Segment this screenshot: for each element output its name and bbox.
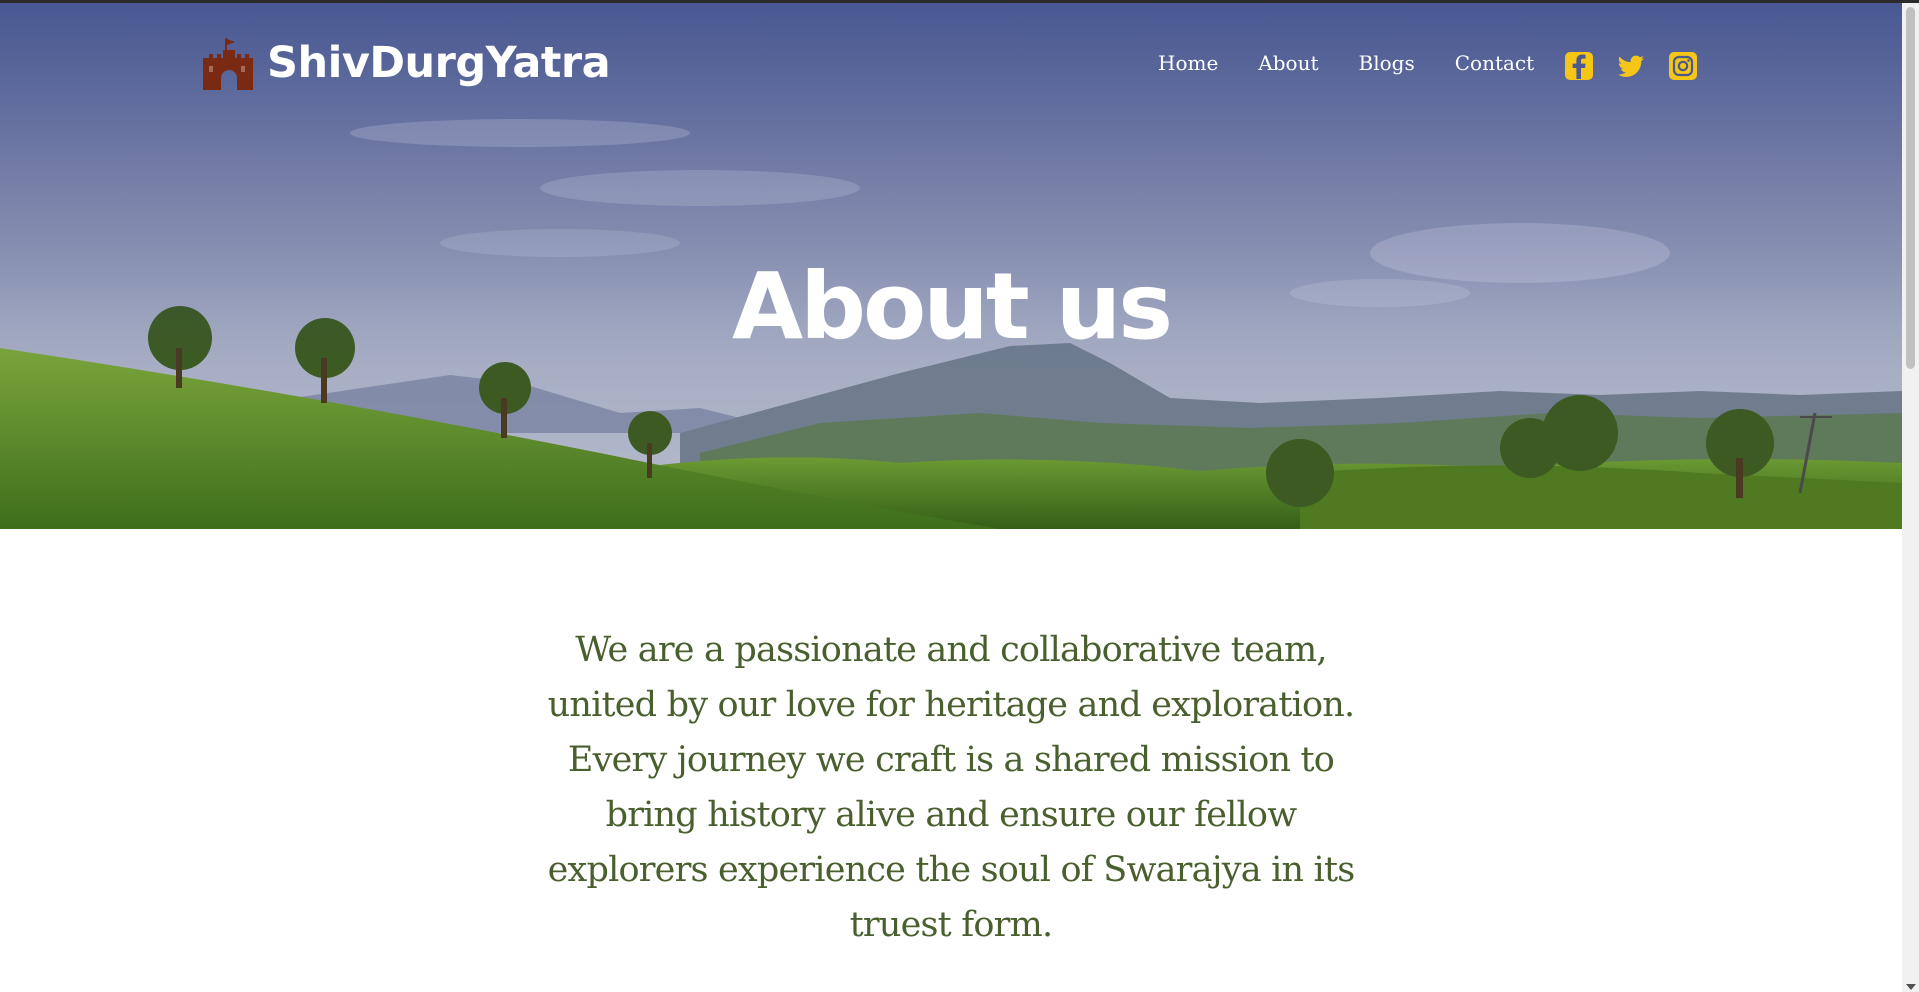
facebook-icon[interactable] bbox=[1564, 51, 1594, 81]
scrollbar-thumb[interactable] bbox=[1906, 7, 1915, 369]
navbar: ShivDurgYatra Home About Blogs Contact bbox=[0, 3, 1902, 123]
instagram-icon[interactable] bbox=[1668, 51, 1698, 81]
brand-name: ShivDurgYatra bbox=[267, 38, 611, 88]
vertical-scrollbar[interactable] bbox=[1902, 3, 1919, 992]
about-intro-text: We are a passionate and collaborative te… bbox=[547, 630, 1356, 945]
brand-logo[interactable]: ShivDurgYatra bbox=[201, 33, 611, 93]
page-title: About us bbox=[731, 252, 1173, 360]
nav-blogs-link[interactable]: Blogs bbox=[1359, 51, 1415, 75]
nav-about-link[interactable]: About bbox=[1258, 51, 1318, 75]
social-links bbox=[1564, 51, 1720, 81]
about-intro-section: We are a passionate and collaborative te… bbox=[0, 623, 1902, 953]
castle-icon bbox=[203, 38, 253, 90]
hero-banner: ShivDurgYatra Home About Blogs Contact A… bbox=[0, 3, 1902, 529]
page-viewport: ShivDurgYatra Home About Blogs Contact A… bbox=[0, 3, 1902, 992]
nav-contact-link[interactable]: Contact bbox=[1455, 51, 1534, 75]
main-nav: Home About Blogs Contact bbox=[1158, 51, 1574, 75]
nav-home-link[interactable]: Home bbox=[1158, 51, 1218, 75]
twitter-icon[interactable] bbox=[1616, 51, 1646, 81]
scroll-down-arrow-icon[interactable] bbox=[1906, 984, 1916, 990]
